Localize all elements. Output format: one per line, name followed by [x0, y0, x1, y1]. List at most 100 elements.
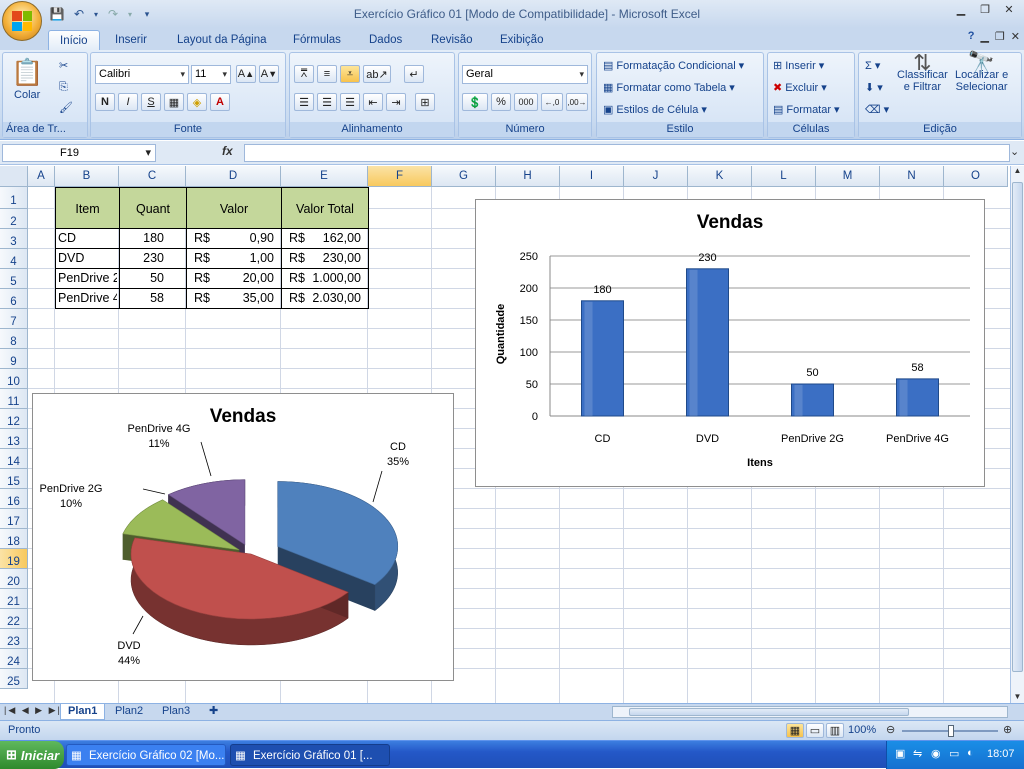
align-center-icon[interactable]: ☰ — [317, 93, 337, 111]
start-button[interactable]: ⊞ Iniciar — [0, 741, 64, 769]
expand-formula-bar-icon[interactable]: ⌄ — [1010, 145, 1019, 158]
copy-icon[interactable]: ⎘ — [59, 81, 68, 94]
cell-styles-button[interactable]: ▣ Estilos de Célula ▾ — [603, 103, 707, 117]
insert-sheet-icon[interactable]: ✚ — [202, 704, 225, 720]
save-icon[interactable]: 💾 — [48, 5, 66, 23]
column-header-d[interactable]: D — [186, 166, 281, 187]
zoom-in-icon[interactable]: ⊕ — [1003, 723, 1012, 736]
customize-qat-icon[interactable]: ▾ — [138, 5, 156, 23]
zoom-out-icon[interactable]: ⊖ — [886, 723, 895, 736]
row-header-23[interactable]: 23 — [0, 629, 28, 649]
tab-dados[interactable]: Dados — [358, 30, 413, 50]
sheet-tab-plan2[interactable]: Plan2 — [108, 704, 150, 720]
row-header-8[interactable]: 8 — [0, 329, 28, 349]
number-format-select[interactable]: Geral — [462, 65, 588, 84]
delete-cells-button[interactable]: ✖ Excluir ▾ — [773, 81, 827, 95]
column-header-c[interactable]: C — [119, 166, 186, 187]
row-header-14[interactable]: 14 — [0, 449, 28, 469]
tab-formulas[interactable]: Fórmulas — [282, 30, 352, 50]
row-header-21[interactable]: 21 — [0, 589, 28, 609]
row-header-16[interactable]: 16 — [0, 489, 28, 509]
align-left-icon[interactable]: ☰ — [294, 93, 314, 111]
table-cell-valor[interactable]: 1,00 — [186, 249, 274, 267]
tray-network-icon[interactable]: ⇋ — [913, 747, 922, 760]
shrink-font-icon[interactable]: A ▼ — [259, 65, 279, 83]
table-cell-item[interactable]: CD — [58, 229, 117, 247]
restore-button[interactable]: ❐ — [974, 2, 996, 18]
table-header-cell[interactable]: Item — [55, 187, 120, 229]
sheet-tab-plan3[interactable]: Plan3 — [155, 704, 197, 720]
column-header-l[interactable]: L — [752, 166, 816, 187]
column-header-b[interactable]: B — [55, 166, 119, 187]
close-button[interactable]: ✕ — [998, 2, 1020, 18]
redo-dropdown-icon[interactable]: ▾ — [126, 5, 134, 23]
row-header-19[interactable]: 19 — [0, 549, 28, 569]
column-header-m[interactable]: M — [816, 166, 880, 187]
vertical-scroll-thumb[interactable] — [1012, 182, 1023, 672]
decrease-indent-icon[interactable]: ⇤ — [363, 93, 383, 111]
bold-icon[interactable]: N — [95, 93, 115, 111]
tray-antivirus-icon[interactable]: ◉ — [931, 747, 941, 760]
page-layout-view-icon[interactable]: ▭ — [806, 723, 824, 738]
table-cell-valor[interactable]: 20,00 — [186, 269, 274, 287]
tray-volume-icon[interactable]: ◐ — [967, 747, 974, 759]
column-header-n[interactable]: N — [880, 166, 944, 187]
tray-pdf-icon[interactable]: ▣ — [895, 747, 905, 760]
column-header-a[interactable]: A — [28, 166, 55, 187]
sort-filter-button[interactable]: ⇅ Classificar e Filtrar — [897, 52, 948, 94]
taskbar-item-exercicio-02[interactable]: ▦ Exercício Gráfico 02 [Mo... — [66, 744, 226, 766]
insert-cells-button[interactable]: ⊞ Inserir ▾ — [773, 59, 824, 73]
find-select-button[interactable]: 🔭 Localizar e Selecionar — [955, 52, 1008, 94]
row-header-13[interactable]: 13 — [0, 429, 28, 449]
fill-color-icon[interactable]: ◈ — [187, 93, 207, 111]
table-header-cell[interactable]: Valor Total — [281, 187, 369, 229]
row-header-22[interactable]: 22 — [0, 609, 28, 629]
table-cell-valor[interactable]: 0,90 — [186, 229, 274, 247]
align-middle-icon[interactable]: ≡ — [317, 65, 337, 83]
align-top-icon[interactable]: ⩞ — [294, 65, 314, 83]
sheet-tab-plan1[interactable]: Plan1 — [60, 704, 106, 720]
increase-decimal-icon[interactable]: ←,0 — [541, 93, 563, 111]
format-painter-icon[interactable]: 🖌 — [59, 101, 73, 114]
help-icon[interactable]: ? — [968, 30, 975, 43]
thousands-format-icon[interactable]: 000 — [514, 93, 538, 111]
undo-icon[interactable]: ↶ — [70, 5, 88, 23]
row-header-9[interactable]: 9 — [0, 349, 28, 369]
currency-format-icon[interactable]: 💲 — [462, 93, 488, 111]
table-cell-quant[interactable]: 180 — [119, 229, 164, 247]
column-header-o[interactable]: O — [944, 166, 1008, 187]
cut-icon[interactable]: ✂ — [59, 59, 68, 72]
workbook-restore-icon[interactable]: ❐ — [995, 30, 1005, 43]
row-header-7[interactable]: 7 — [0, 309, 28, 329]
column-header-k[interactable]: K — [688, 166, 752, 187]
pie-chart[interactable]: Vendas CD 35% DVD 44% PenDrive 2G 10% PenDrive… — [32, 393, 454, 681]
italic-icon[interactable]: I — [118, 93, 138, 111]
tab-inserir[interactable]: Inserir — [104, 30, 158, 50]
row-header-17[interactable]: 17 — [0, 509, 28, 529]
formula-input[interactable] — [244, 144, 1010, 162]
sheet-nav-arrows-icon[interactable]: |◀ ◀ ▶ ▶| — [4, 705, 62, 716]
wrap-text-icon[interactable]: ↵ — [404, 65, 424, 83]
row-header-20[interactable]: 20 — [0, 569, 28, 589]
format-as-table-button[interactable]: ▦ Formatar como Tabela ▾ — [603, 81, 735, 95]
taskbar-item-exercicio-01[interactable]: ▦ Exercício Gráfico 01 [... — [230, 744, 390, 766]
align-right-icon[interactable]: ☰ — [340, 93, 360, 111]
tab-layout-da-pagina[interactable]: Layout da Página — [166, 30, 278, 50]
table-header-cell[interactable]: Valor — [186, 187, 282, 229]
zoom-slider[interactable] — [902, 725, 998, 737]
align-bottom-icon[interactable]: ⩡ — [340, 65, 360, 83]
table-cell-quant[interactable]: 230 — [119, 249, 164, 267]
table-cell-item[interactable]: PenDrive 4G — [58, 289, 117, 307]
minimize-button[interactable]: ▁ — [950, 2, 972, 18]
row-header-24[interactable]: 24 — [0, 649, 28, 669]
column-header-g[interactable]: G — [432, 166, 496, 187]
row-header-1[interactable]: 1 — [0, 187, 28, 209]
table-cell-item[interactable]: PenDrive 2G — [58, 269, 117, 287]
tab-inicio[interactable]: Início — [48, 30, 100, 50]
insert-function-icon[interactable]: fx — [222, 144, 233, 158]
column-header-e[interactable]: E — [281, 166, 368, 187]
tray-monitor-icon[interactable]: ▭ — [949, 747, 959, 760]
row-header-3[interactable]: 3 — [0, 229, 28, 249]
font-color-icon[interactable]: A — [210, 93, 230, 111]
underline-icon[interactable]: S — [141, 93, 161, 111]
